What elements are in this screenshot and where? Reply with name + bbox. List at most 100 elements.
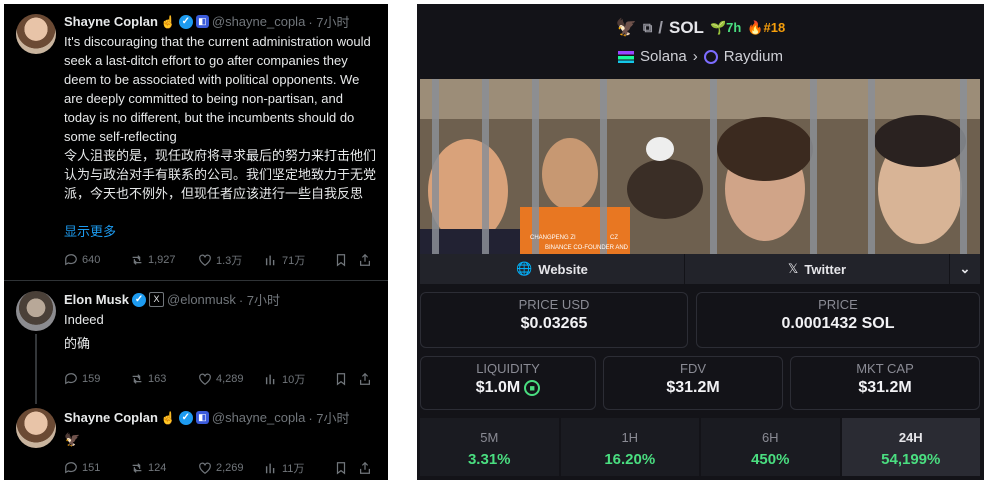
author-handle[interactable]: @shayne_copla: [212, 410, 305, 425]
tab-6h[interactable]: 6H 450%: [701, 418, 840, 476]
author-handle[interactable]: @elonmusk: [167, 292, 236, 307]
views-button[interactable]: 71万: [264, 252, 334, 268]
tweet-emoji: 🦅: [64, 432, 81, 447]
tweet-actions: 640 1,927 1.3万 71万: [64, 252, 384, 268]
share-icon: [360, 253, 370, 266]
heart-icon: [199, 373, 211, 385]
tweet-header: Shayne Coplan ☝ ✓ ◧ @shayne_copla · 7小时: [64, 408, 349, 427]
x-affiliate-badge-icon[interactable]: X: [149, 292, 165, 307]
tweet-text-en: Indeed: [64, 312, 104, 327]
view-count: 11万: [282, 463, 305, 475]
reply-icon: [65, 254, 77, 266]
tweet-time[interactable]: · 7小时: [308, 12, 349, 31]
tweet[interactable]: Elon Musk ✓ X @elonmusk · 7小时 Indeed 的确 …: [4, 284, 388, 404]
share-button[interactable]: [358, 460, 372, 476]
twitter-link[interactable]: 𝕏 Twitter: [685, 254, 950, 284]
tab-6h-value: 450%: [751, 451, 790, 468]
views-icon: [265, 255, 275, 266]
banner-illustration: CHANGPENG ZI CZ BINANCE CO-FOUNDER AND: [420, 79, 980, 257]
reply-button[interactable]: 159: [64, 371, 130, 387]
author-name[interactable]: Shayne Coplan: [64, 14, 158, 29]
social-links: 🌐 Website 𝕏 Twitter ⌄: [420, 254, 980, 284]
repost-count: 1,927: [148, 254, 176, 266]
author-handle[interactable]: @shayne_copla: [212, 14, 305, 29]
tweet-thread: Shayne Coplan ☝ ✓ ◧ @shayne_copla · 7小时 …: [4, 4, 388, 480]
tweet-text-en: It's discouraging that the current admin…: [64, 34, 371, 144]
trending-rank-value: #18: [763, 20, 786, 35]
views-icon: [265, 374, 275, 385]
avatar[interactable]: [16, 291, 56, 331]
market-cap-value: $31.2M: [858, 379, 912, 396]
pointing-emoji-icon: ☝: [160, 410, 176, 425]
tab-5m[interactable]: 5M 3.31%: [420, 418, 559, 476]
reply-button[interactable]: 151: [64, 460, 130, 476]
repost-button[interactable]: 124: [130, 460, 198, 476]
tab-5m-label: 5M: [480, 430, 499, 445]
bookmark-button[interactable]: [334, 252, 358, 268]
divider: [4, 280, 388, 281]
liquidity-value-row: $1.0M ■: [421, 379, 595, 397]
affiliate-badge-icon[interactable]: ◧: [195, 15, 209, 28]
like-button[interactable]: 1.3万: [198, 252, 264, 268]
chain-name[interactable]: Solana: [640, 48, 687, 65]
tab-1h[interactable]: 1H 16.20%: [560, 418, 699, 476]
tweet-time[interactable]: · 7小时: [239, 290, 280, 309]
price-native-card: PRICE 0.0001432 SOL: [696, 292, 980, 348]
views-icon: [265, 463, 275, 474]
reply-count: 640: [82, 254, 101, 266]
title-separator: /: [658, 18, 663, 37]
token-symbol: SOL: [669, 18, 704, 37]
tweet-time[interactable]: · 7小时: [308, 408, 349, 427]
website-link[interactable]: 🌐 Website: [420, 254, 685, 284]
price-usd-card: PRICE USD $0.03265: [420, 292, 688, 348]
pair-age-value: 7h: [726, 20, 742, 35]
thread-line: [35, 334, 37, 404]
author-name[interactable]: Shayne Coplan: [64, 410, 158, 425]
tab-5m-value: 3.31%: [467, 451, 511, 468]
like-button[interactable]: 4,289: [198, 371, 264, 387]
fdv-value: $31.2M: [666, 379, 720, 396]
share-button[interactable]: [358, 252, 372, 268]
chain-breadcrumb: Solana › Raydium: [417, 48, 984, 65]
verified-icon: ✓: [178, 410, 193, 425]
reply-button[interactable]: 640: [64, 252, 130, 268]
view-count: 10万: [282, 374, 306, 386]
more-links-dropdown[interactable]: ⌄: [950, 254, 980, 284]
eagle-logo-icon: 🦅: [615, 18, 637, 37]
avatar[interactable]: [16, 408, 56, 448]
view-count: 71万: [282, 255, 306, 267]
pointing-emoji-icon: ☝: [160, 14, 176, 29]
dex-name[interactable]: Raydium: [724, 48, 783, 65]
market-cap-label: MKT CAP: [856, 361, 914, 376]
repost-button[interactable]: 163: [130, 371, 198, 387]
fdv-card: FDV $31.2M: [603, 356, 783, 410]
lock-icon[interactable]: ■: [524, 380, 541, 396]
repost-button[interactable]: 1,927: [130, 252, 198, 268]
tweet[interactable]: Shayne Coplan ☝ ✓ ◧ @shayne_copla · 7小时 …: [4, 4, 388, 284]
reply-icon: [65, 462, 77, 474]
tweet-header: Shayne Coplan ☝ ✓ ◧ @shayne_copla · 7小时: [64, 12, 349, 31]
token-banner-image: CHANGPENG ZI CZ BINANCE CO-FOUNDER AND: [420, 79, 980, 257]
tweet[interactable]: Shayne Coplan ☝ ✓ ◧ @shayne_copla · 7小时 …: [4, 400, 388, 480]
views-button[interactable]: 11万: [264, 460, 334, 476]
repost-count: 124: [148, 462, 167, 474]
share-button[interactable]: [358, 371, 372, 387]
verified-icon: ✓: [132, 292, 147, 307]
flame-icon: 🔥: [747, 20, 764, 35]
author-name[interactable]: Elon Musk: [64, 292, 129, 307]
bookmark-button[interactable]: [334, 371, 358, 387]
affiliate-badge-icon[interactable]: ◧: [195, 411, 209, 424]
copy-icon[interactable]: ⧉: [643, 20, 652, 36]
avatar[interactable]: [16, 14, 56, 54]
price-native-label: PRICE: [818, 297, 858, 312]
like-button[interactable]: 2,269: [198, 460, 264, 476]
views-button[interactable]: 10万: [264, 371, 334, 387]
tab-24h[interactable]: 24H 54,199%: [841, 418, 980, 476]
trending-rank: 🔥#18: [747, 20, 785, 36]
reply-count: 151: [82, 462, 101, 474]
bookmark-button[interactable]: [334, 460, 358, 476]
tweet-actions: 151 124 2,269 11万: [64, 460, 384, 476]
liquidity-card: LIQUIDITY $1.0M ■: [420, 356, 596, 410]
show-more-link[interactable]: 显示更多: [64, 222, 376, 241]
like-count: 1.3万: [216, 255, 243, 267]
